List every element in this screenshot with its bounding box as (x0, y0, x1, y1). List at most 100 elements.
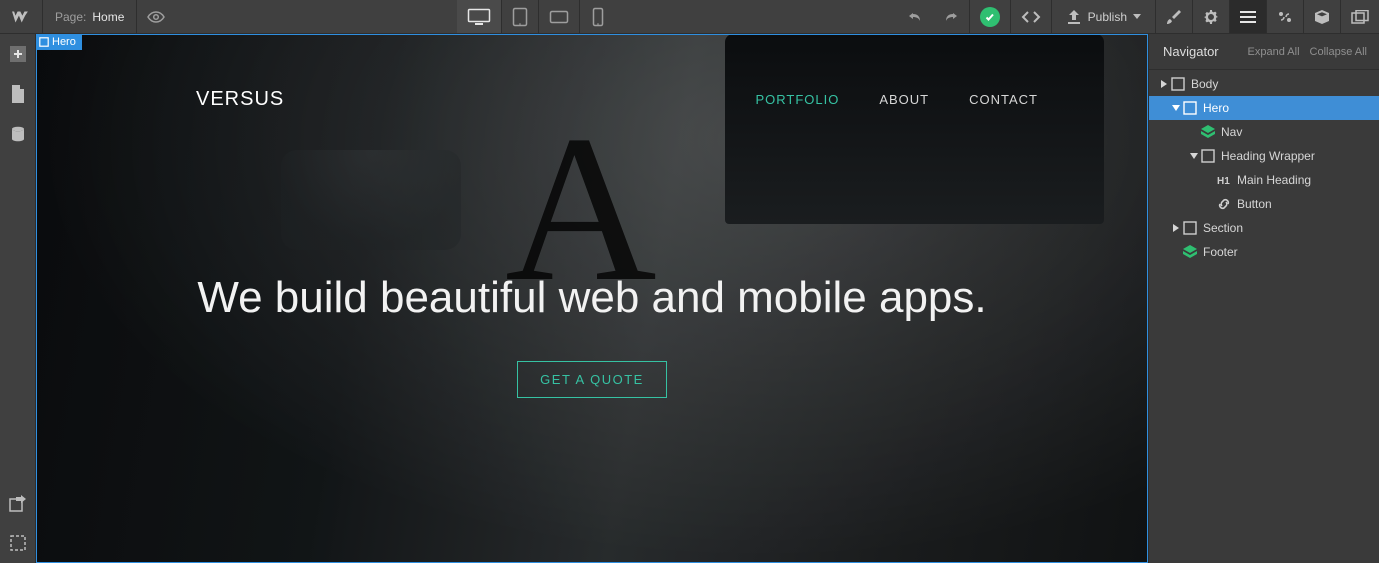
site-menu: PORTFOLIO ABOUT CONTACT (755, 92, 1038, 107)
export-icon (9, 494, 27, 512)
navigator-icon (1240, 10, 1256, 24)
top-toolbar: Page: Home (0, 0, 1379, 34)
gear-icon (1203, 9, 1219, 25)
section-icon (1183, 221, 1197, 235)
tree-row-nav[interactable]: Nav (1149, 120, 1379, 144)
decor-pot (281, 150, 461, 250)
main-heading[interactable]: We build beautiful web and mobile apps. (36, 270, 1148, 325)
publish-icon (1066, 10, 1082, 24)
chevron-down-icon[interactable] (1171, 103, 1181, 113)
device-phone-button[interactable] (579, 0, 615, 33)
success-icon (980, 7, 1000, 27)
device-desktop-button[interactable] (457, 0, 501, 33)
tree-label: Heading Wrapper (1221, 149, 1315, 163)
undo-icon (908, 11, 922, 23)
page-selector[interactable]: Page: Home (42, 0, 136, 33)
panel-tab-navigator[interactable] (1229, 0, 1266, 33)
section-icon (1183, 101, 1197, 115)
panel-tab-style[interactable] (1155, 0, 1192, 33)
chevron-right-icon (1205, 199, 1215, 209)
tree-label: Nav (1221, 125, 1242, 139)
h1-icon: H1 (1217, 173, 1231, 187)
tree-label: Section (1203, 221, 1243, 235)
selection-icon (9, 534, 27, 552)
decor-monitor (725, 34, 1103, 224)
add-elements-button[interactable] (0, 34, 36, 74)
redo-button[interactable] (933, 0, 969, 33)
cms-button[interactable] (0, 114, 36, 154)
tree-row-main-heading[interactable]: H1 Main Heading (1149, 168, 1379, 192)
images-icon (1351, 10, 1369, 24)
page-icon (11, 85, 25, 103)
eye-icon (147, 11, 165, 23)
left-sidebar (0, 34, 36, 563)
tablet-landscape-icon (549, 10, 569, 24)
device-tablet-landscape-button[interactable] (538, 0, 579, 33)
site-nav: VERSUS PORTFOLIO ABOUT CONTACT (36, 88, 1148, 111)
tree-row-section[interactable]: Section (1149, 216, 1379, 240)
code-button[interactable] (1010, 0, 1051, 33)
chevron-down-icon[interactable] (1189, 151, 1199, 161)
chevron-right-icon (1171, 247, 1181, 257)
expand-all-button[interactable]: Expand All (1248, 46, 1300, 58)
tree-row-heading-wrapper[interactable]: Heading Wrapper (1149, 144, 1379, 168)
page-name: Home (92, 10, 124, 24)
link-icon (1217, 197, 1231, 211)
tablet-icon (512, 7, 528, 27)
chevron-right-icon (1189, 127, 1199, 137)
chevron-right-icon[interactable] (1159, 79, 1169, 89)
redo-icon (944, 11, 958, 23)
cta-button[interactable]: GET A QUOTE (517, 361, 667, 398)
svg-text:H1: H1 (1217, 176, 1230, 187)
design-canvas[interactable]: A VERSUS PORTFOLIO ABOUT CONTACT We buil… (36, 34, 1148, 563)
webflow-logo-button[interactable] (0, 0, 42, 33)
code-icon (1021, 10, 1041, 24)
site-brand[interactable]: VERSUS (196, 88, 284, 111)
chevron-right-icon[interactable] (1171, 223, 1181, 233)
desktop-icon (467, 8, 491, 26)
panel-tab-backup[interactable] (1340, 0, 1379, 33)
navigator-tree: Body Hero Nav Heading Wrapper H1 Main Heading… (1149, 70, 1379, 264)
tree-row-button[interactable]: Button (1149, 192, 1379, 216)
symbol-icon (1183, 245, 1197, 259)
tree-row-hero[interactable]: Hero (1149, 96, 1379, 120)
tree-label: Hero (1203, 101, 1229, 115)
status-button[interactable] (969, 0, 1010, 33)
page-label: Page: (55, 10, 86, 24)
tree-label: Footer (1203, 245, 1238, 259)
interactions-icon (1277, 9, 1293, 25)
selection-mode-button[interactable] (0, 523, 36, 563)
panel-tab-settings[interactable] (1192, 0, 1229, 33)
pages-button[interactable] (0, 74, 36, 114)
box-icon (1314, 9, 1330, 25)
hero-copy: We build beautiful web and mobile apps. … (36, 270, 1148, 398)
publish-button[interactable]: Publish (1051, 0, 1155, 33)
export-button[interactable] (0, 483, 36, 523)
menu-link-portfolio[interactable]: PORTFOLIO (755, 92, 839, 107)
tree-row-body[interactable]: Body (1149, 72, 1379, 96)
chevron-right-icon (1205, 175, 1215, 185)
menu-link-about[interactable]: ABOUT (879, 92, 929, 107)
menu-link-contact[interactable]: CONTACT (969, 92, 1038, 107)
tree-label: Main Heading (1237, 173, 1311, 187)
panel-tab-interactions[interactable] (1266, 0, 1303, 33)
collapse-all-button[interactable]: Collapse All (1310, 46, 1367, 58)
navigator-panel: Navigator Expand All Collapse All Body He… (1148, 34, 1379, 563)
selection-tag-label: Hero (52, 35, 76, 49)
tree-label: Button (1237, 197, 1272, 211)
undo-button[interactable] (897, 0, 933, 33)
hero-section[interactable]: A VERSUS PORTFOLIO ABOUT CONTACT We buil… (36, 34, 1148, 563)
preview-button[interactable] (136, 0, 175, 33)
section-icon (1171, 77, 1185, 91)
device-tablet-button[interactable] (501, 0, 538, 33)
database-icon (10, 126, 26, 142)
chevron-down-icon (1133, 14, 1141, 19)
phone-icon (592, 7, 604, 27)
tree-row-footer[interactable]: Footer (1149, 240, 1379, 264)
tree-label: Body (1191, 77, 1218, 91)
selection-tag[interactable]: Hero (36, 34, 82, 50)
publish-label: Publish (1088, 10, 1127, 24)
navigator-header: Navigator Expand All Collapse All (1149, 34, 1379, 70)
panel-tab-assets[interactable] (1303, 0, 1340, 33)
symbol-icon (1201, 125, 1215, 139)
